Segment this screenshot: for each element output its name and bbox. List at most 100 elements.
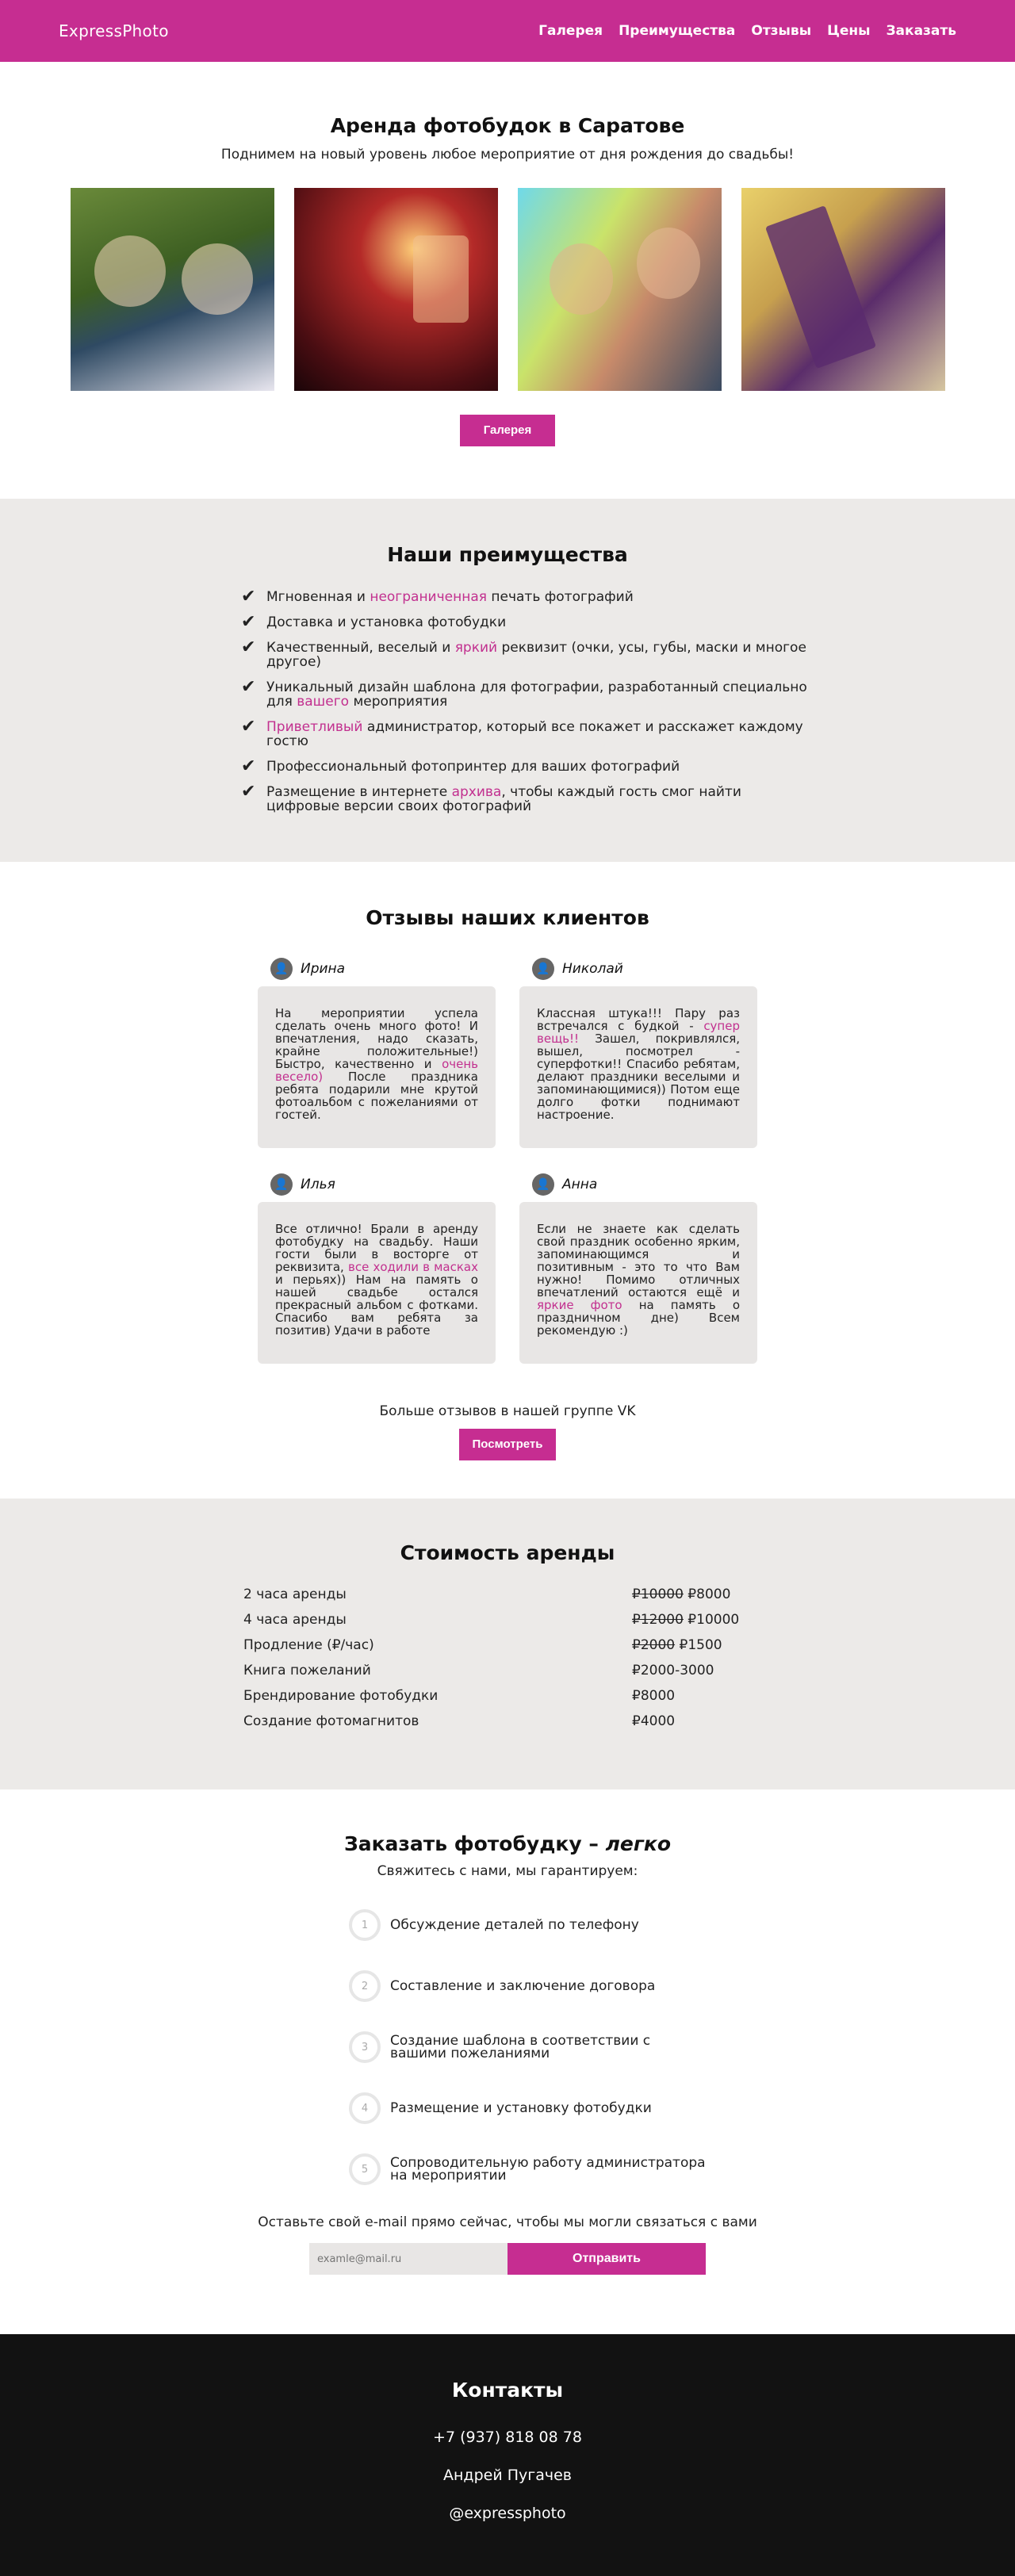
list-item: ✔ Размещение в интернете архива, чтобы ка… [241,782,812,814]
contacts-section: Контакты +7 (937) 818 08 78 Андрей Пугач… [0,2334,1015,2576]
list-item: ✔ Качественный, веселый и яркий реквизит … [241,637,812,670]
user-avatar-icon: 👤 [270,958,293,980]
step-number: 4 [349,2092,381,2124]
advantage-highlight: Приветливый [266,719,363,735]
price-table: 2 часа аренды ₽10000 ₽8000 4 часа аренды ₽… [243,1587,799,1739]
advantage-text: Профессиональный фотопринтер для ваших ф… [266,759,680,775]
old-price: ₽10000 [632,1587,684,1602]
email-form: Отправить [0,2243,1015,2275]
contacts-title: Контакты [451,2379,564,2402]
list-item: 1 Обсуждение деталей по телефону [349,1909,745,1941]
advantage-highlight: вашего [297,694,350,710]
table-row: 2 часа аренды ₽10000 ₽8000 [243,1587,799,1612]
new-price: ₽4000 [632,1713,676,1729]
gallery-photo-photobooth[interactable] [293,188,498,391]
photo-detail [636,228,700,299]
send-button[interactable]: Отправить [508,2243,706,2275]
list-item: 2 Составление и заключение договора [349,1970,745,2002]
review-header: 👤 Николай [519,956,757,982]
prices-title: Стоимость аренды [400,1541,615,1564]
step-text: Обсуждение деталей по телефону [390,1917,639,1933]
photo-detail [412,235,469,323]
list-item: ✔ Доставка и установка фотобудки [241,614,812,631]
step-text: Размещение и установку фотобудки [390,2100,652,2116]
contact-phone[interactable]: +7 (937) 818 08 78 [0,2429,1015,2446]
reviewer-name: Ирина [301,961,346,977]
list-item: ✔ Приветливый администратор, который все … [241,718,812,749]
price-service: 2 часа аренды [243,1587,347,1602]
advantage-text: мероприятия [349,694,448,710]
gallery-title: Аренда фотобудок в Саратове [330,114,685,137]
more-reviews-text: Больше отзывов в нашей группе VK [379,1403,636,1419]
user-avatar-icon: 👤 [532,958,554,980]
checkmark-icon: ✔ [241,677,256,697]
price-service: 4 часа аренды [243,1612,347,1628]
photo-detail [549,243,613,315]
review-header: 👤 Илья [258,1172,496,1197]
gallery-section: Аренда фотобудок в Саратове Поднимем на … [0,62,1015,499]
advantage-text: Доставка и установка фотобудки [266,614,507,630]
advantages-section: Наши преимущества ✔ Мгновенная и неограни… [0,499,1015,862]
list-item: ✔ Уникальный дизайн шаблона для фотографи… [241,677,812,710]
advantage-highlight: неограниченная [370,589,487,605]
table-row: Продление (₽/час) ₽2000 ₽1500 [243,1637,799,1663]
checkmark-icon: ✔ [241,782,256,802]
table-row: Книга пожеланий ₽2000-3000 [243,1663,799,1688]
photo-detail [181,243,253,315]
price-value: ₽10000 ₽8000 [632,1587,730,1612]
advantages-title: Наши преимущества [387,543,628,566]
gallery-photo-wedding-couple[interactable] [70,188,274,391]
contact-name: Андрей Пугачев [443,2467,572,2484]
step-number: 1 [349,1909,381,1941]
price-value: ₽4000 [632,1713,675,1739]
new-price: ₽1500 [675,1637,722,1653]
gallery-subtitle: Поднимем на новый уровень любое мероприя… [220,147,795,163]
email-field[interactable] [309,2243,508,2275]
contact-handle[interactable]: @expressphoto [0,2505,1015,2522]
list-item: 4 Размещение и установку фотобудки [349,2092,745,2124]
photo-detail [94,235,166,307]
view-reviews-button[interactable]: Посмотреть [459,1429,556,1460]
nav-advantages[interactable]: Преимущества [619,23,735,39]
nav-reviews[interactable]: Отзывы [751,23,811,39]
list-item: ✔ Мгновенная и неограниченная печать фото… [241,587,812,607]
step-number: 2 [349,1970,381,2002]
review-text-part: Если не знаете как сделать свой праздник… [537,1222,740,1299]
table-row: Брендирование фотобудки ₽8000 [243,1688,799,1713]
gallery-photo-friends[interactable] [517,188,722,391]
checkmark-icon: ✔ [241,587,256,607]
nav-gallery[interactable]: Галерея [538,23,603,39]
new-price: ₽10000 [683,1612,740,1628]
list-item: ✔ Профессиональный фотопринтер для ваших … [241,758,812,775]
gallery-button[interactable]: Галерея [460,415,555,446]
advantages-list: ✔ Мгновенная и неограниченная печать фото… [241,587,812,814]
order-title: Заказать фотобудку – легко [0,1832,1015,1855]
order-subtitle: Свяжитесь с нами, мы гарантируем: [377,1863,638,1879]
reviews-grid: 👤 Ирина На мероприятии успела сделать оч… [258,956,757,1364]
checkmark-icon: ✔ [241,637,256,657]
order-section: Заказать фотобудку – легко Свяжитесь с н… [0,1789,1015,2334]
review-header: 👤 Анна [519,1172,757,1197]
review-card: 👤 Ирина На мероприятии успела сделать оч… [258,956,496,1148]
reviewer-name: Николай [562,961,623,977]
reviewer-name: Илья [301,1177,335,1192]
logo[interactable]: ExpressPhoto [59,21,169,40]
new-price: ₽8000 [683,1587,731,1602]
photo-detail [764,205,876,369]
order-title-text: Заказать фотобудку – [343,1832,606,1855]
old-price: ₽2000 [632,1637,676,1653]
email-prompt: Оставьте свой e-mail прямо сейчас, чтобы… [258,2214,757,2230]
price-value: ₽8000 [632,1688,675,1713]
price-value: ₽2000 ₽1500 [632,1637,722,1663]
reviews-section: Отзывы наших клиентов 👤 Ирина На меропри… [0,862,1015,1499]
nav-prices[interactable]: Цены [827,23,870,39]
advantage-text: Мгновенная и [266,589,370,605]
user-avatar-icon: 👤 [532,1173,554,1196]
advantage-text: Качественный, веселый и [266,640,455,656]
price-service: Книга пожеланий [243,1663,371,1678]
main-nav: Галерея Преимущества Отзывы Цены Заказат… [538,23,956,39]
nav-order[interactable]: Заказать [886,23,956,39]
advantage-text: Размещение в интернете [266,784,452,800]
gallery-photo-photostrip[interactable] [741,188,945,391]
order-steps: 1 Обсуждение деталей по телефону 2 Составл… [349,1909,745,2185]
